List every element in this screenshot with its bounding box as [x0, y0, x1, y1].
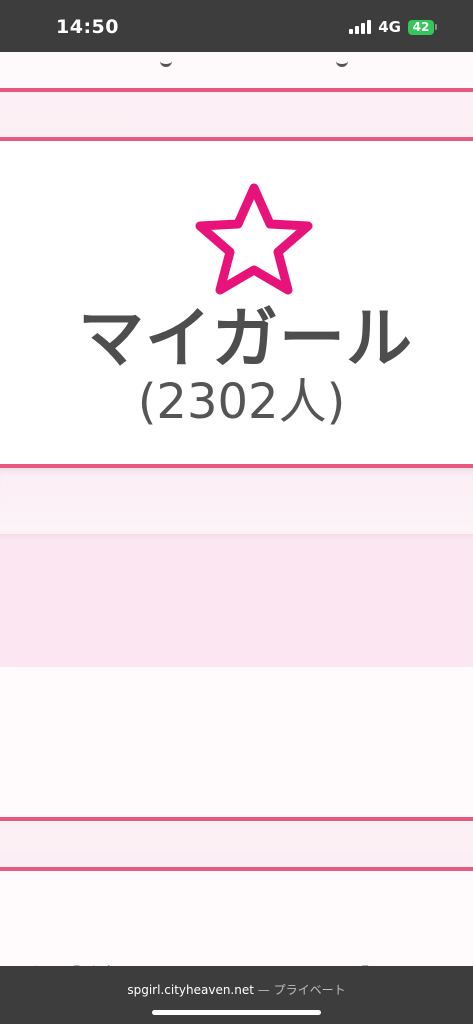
address-text[interactable]: spgirl.cityheaven.net — プライベート [0, 981, 473, 998]
page: 14:50 4G 42 マイガール (2302人) spgirl.cityhea… [0, 0, 473, 1024]
status-time: 14:50 [56, 16, 119, 38]
paren-fragment [160, 54, 172, 67]
url-domain: spgirl.cityheaven.net [127, 983, 254, 997]
paren-fragment [336, 54, 348, 67]
url-separator: — [257, 983, 270, 997]
status-icons: 4G 42 [349, 18, 437, 36]
private-mode-label: プライベート [273, 983, 346, 997]
battery-level: 42 [408, 19, 434, 35]
divider-line [0, 137, 473, 141]
battery-icon: 42 [408, 19, 437, 35]
browser-address-bar[interactable]: spgirl.cityheaven.net — プライベート [0, 966, 473, 1024]
network-label: 4G [378, 18, 401, 36]
white-panel [0, 667, 473, 817]
home-indicator[interactable] [152, 1010, 321, 1015]
spacer-band [0, 92, 473, 137]
star-icon [195, 183, 313, 295]
spacer-band [0, 468, 473, 534]
mygirl-button[interactable]: マイガール (2302人) [0, 142, 473, 464]
status-bar: 14:50 4G 42 [0, 0, 473, 52]
pink-panel [0, 534, 473, 667]
spacer-band [0, 821, 473, 867]
signal-icon [349, 20, 372, 34]
mygirl-title: マイガール [78, 300, 413, 377]
mygirl-count: (2302人) [137, 374, 346, 430]
